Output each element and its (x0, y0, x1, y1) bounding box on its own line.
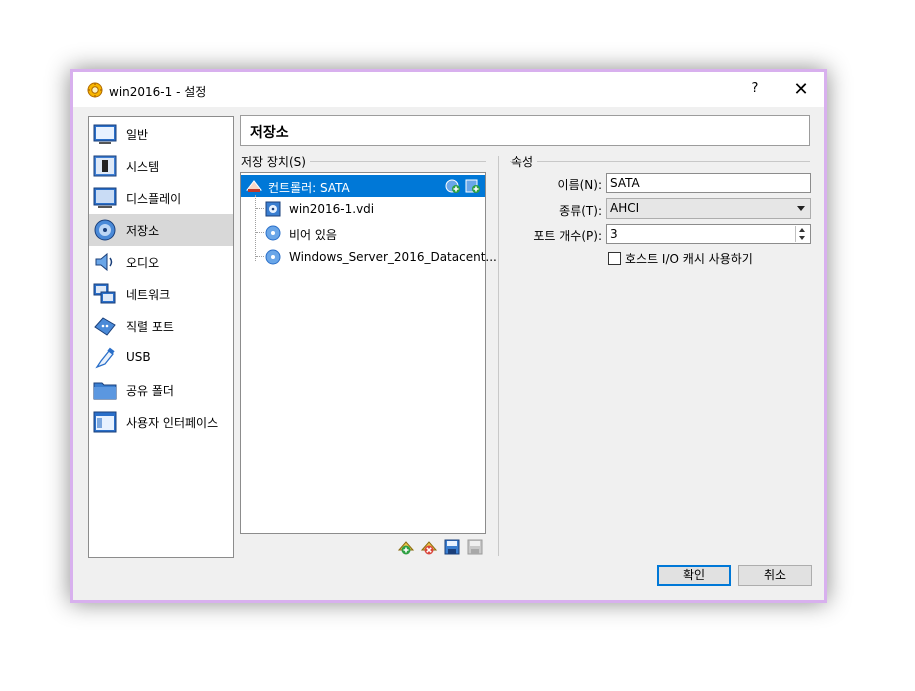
sidebar-item-usb[interactable]: USB (89, 342, 233, 374)
panel-divider (498, 156, 499, 556)
system-icon (93, 155, 117, 177)
type-label: 종류(T): (559, 204, 602, 218)
window-title: win2016-1 - 설정 (109, 85, 207, 99)
sidebar-item-storage[interactable]: 저장소 (89, 214, 233, 246)
storage-tree[interactable]: 컨트롤러: SATA win2016-1.vdi 비어 있음 Windows_S… (240, 172, 497, 534)
usb-icon (95, 347, 115, 369)
settings-window: win2016-1 - 설정 ? ✕ 일반 시스템 디스플레이 저장소 오디오 … (70, 69, 827, 603)
port-count-label: 포트 개수(P): (533, 229, 602, 243)
spin-buttons[interactable] (795, 226, 809, 242)
host-cache-checkbox[interactable] (608, 252, 621, 265)
sidebar-item-label: USB (126, 350, 151, 364)
hard-disk-icon (265, 201, 281, 217)
name-value: SATA (610, 176, 640, 190)
sidebar-item-label: 공유 폴더 (126, 384, 174, 398)
add-hard-disk-icon[interactable] (465, 178, 481, 194)
sidebar-item-label: 오디오 (126, 256, 160, 270)
sidebar-item-label: 네트워크 (126, 288, 171, 302)
page-title: 저장소 (250, 125, 289, 141)
add-attachment-icon[interactable] (443, 538, 461, 556)
settings-sidebar: 일반 시스템 디스플레이 저장소 오디오 네트워크 직렬 포트 USB 공유 폴… (88, 116, 234, 558)
name-field[interactable]: SATA (606, 173, 811, 193)
chevron-down-icon (797, 206, 805, 211)
serial-port-icon (94, 317, 116, 336)
tree-item-optical-iso[interactable]: Windows_Server_2016_Datacent... (241, 246, 497, 268)
sidebar-item-user-interface[interactable]: 사용자 인터페이스 (89, 406, 233, 438)
sidebar-item-audio[interactable]: 오디오 (89, 246, 233, 278)
device-label: Windows_Server_2016_Datacent... (289, 250, 497, 264)
add-optical-drive-icon[interactable] (445, 178, 461, 194)
network-icon (93, 283, 116, 304)
controller-icon (246, 180, 262, 192)
sidebar-item-label: 직렬 포트 (126, 320, 174, 334)
sidebar-item-label: 디스플레이 (126, 192, 182, 206)
sidebar-item-network[interactable]: 네트워크 (89, 278, 233, 310)
user-interface-icon (93, 411, 117, 433)
type-value: AHCI (610, 201, 640, 215)
attributes-label: 속성 (511, 153, 538, 170)
storage-icon (94, 219, 116, 241)
port-count-value: 3 (610, 227, 618, 241)
page-header: 저장소 (240, 115, 810, 146)
tree-item-optical-empty[interactable]: 비어 있음 (241, 222, 485, 244)
device-label: win2016-1.vdi (289, 202, 375, 216)
shared-folder-icon (93, 382, 117, 400)
general-icon (93, 124, 117, 144)
virtualbox-app-icon (87, 82, 103, 98)
device-label: 비어 있음 (289, 228, 337, 242)
close-button[interactable]: ✕ (789, 80, 813, 100)
title-bar[interactable]: win2016-1 - 설정 ? ✕ (73, 72, 824, 107)
remove-controller-icon[interactable] (420, 538, 438, 556)
tree-item-hard-disk[interactable]: win2016-1.vdi (241, 198, 485, 220)
sidebar-item-label: 사용자 인터페이스 (126, 416, 219, 430)
remove-attachment-icon[interactable] (466, 538, 484, 556)
name-label: 이름(N): (557, 178, 602, 192)
storage-devices-label: 저장 장치(S) (241, 153, 310, 170)
sidebar-item-serial-port[interactable]: 직렬 포트 (89, 310, 233, 342)
optical-disc-icon (265, 249, 281, 265)
sidebar-item-system[interactable]: 시스템 (89, 150, 233, 182)
arrow-up-icon[interactable] (799, 228, 805, 232)
sidebar-item-general[interactable]: 일반 (89, 118, 233, 150)
audio-icon (95, 252, 113, 272)
sidebar-item-shared-folder[interactable]: 공유 폴더 (89, 374, 233, 406)
controller-label: 컨트롤러: SATA (268, 181, 350, 195)
sidebar-item-label: 시스템 (126, 160, 160, 174)
display-icon (93, 187, 117, 208)
optical-disc-icon (265, 225, 281, 241)
port-count-stepper[interactable]: 3 (606, 224, 811, 244)
attributes-group-separator (510, 161, 810, 162)
ok-button[interactable]: 확인 (657, 565, 731, 586)
help-button[interactable]: ? (745, 81, 765, 96)
cancel-button[interactable]: 취소 (738, 565, 812, 586)
type-select[interactable]: AHCI (606, 198, 811, 219)
sidebar-item-label: 일반 (126, 128, 149, 142)
add-controller-icon[interactable] (397, 538, 415, 556)
arrow-down-icon[interactable] (799, 236, 805, 240)
sidebar-item-label: 저장소 (126, 224, 160, 238)
sidebar-item-display[interactable]: 디스플레이 (89, 182, 233, 214)
host-cache-label: 호스트 I/O 캐시 사용하기 (625, 252, 753, 266)
tree-item-controller-sata[interactable]: 컨트롤러: SATA (241, 175, 485, 197)
